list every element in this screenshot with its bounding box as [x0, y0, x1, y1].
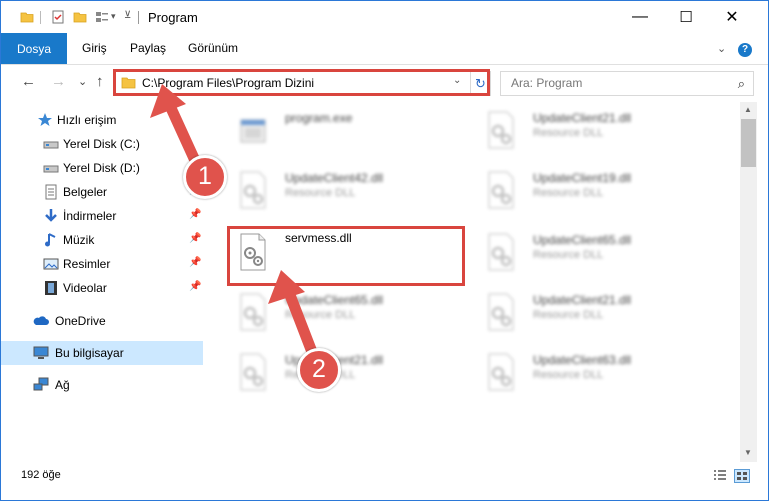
step-badge-1: 1: [183, 155, 227, 199]
step-badge-2: 2: [297, 348, 341, 392]
annotation-arrows: [150, 84, 318, 358]
arrow-1: [150, 84, 203, 171]
arrow-2: [268, 270, 318, 358]
